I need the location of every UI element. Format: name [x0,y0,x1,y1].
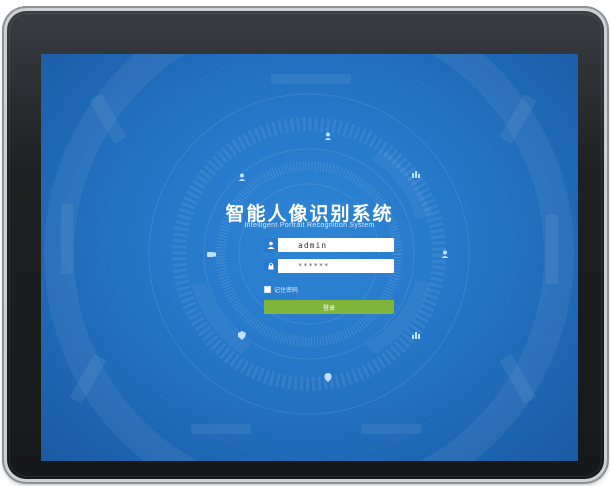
system-title: 智能人像识别系统 [225,203,394,225]
camera-node-icon [207,252,216,257]
signal-node-icon [412,171,420,178]
password-field[interactable]: ****** [264,259,394,273]
remember-checkbox[interactable] [264,286,271,293]
person-node-icon [441,250,449,258]
pin-node-icon [324,373,332,382]
login-button[interactable]: 登录 [264,300,394,314]
person-node-icon [238,173,246,181]
remember-label: 记住密码 [274,288,299,294]
shield-node-icon [238,331,246,340]
user-icon [264,238,278,252]
tech-circle-background [44,54,574,461]
remember-password-option[interactable]: 记住密码 [264,285,298,294]
tablet-bezel: 智能人像识别系统 Intelligent Portrait Recognitio… [4,8,607,482]
system-subtitle: Intelligent Portrait Recognition System [244,222,375,229]
lock-icon [264,259,278,273]
person-node-icon [324,132,332,140]
password-value[interactable]: ****** [298,262,329,270]
chart-node-icon [412,332,420,339]
login-screen: 智能人像识别系统 Intelligent Portrait Recognitio… [41,54,578,461]
username-value[interactable]: admin [298,241,327,250]
username-field[interactable]: admin [264,238,394,252]
